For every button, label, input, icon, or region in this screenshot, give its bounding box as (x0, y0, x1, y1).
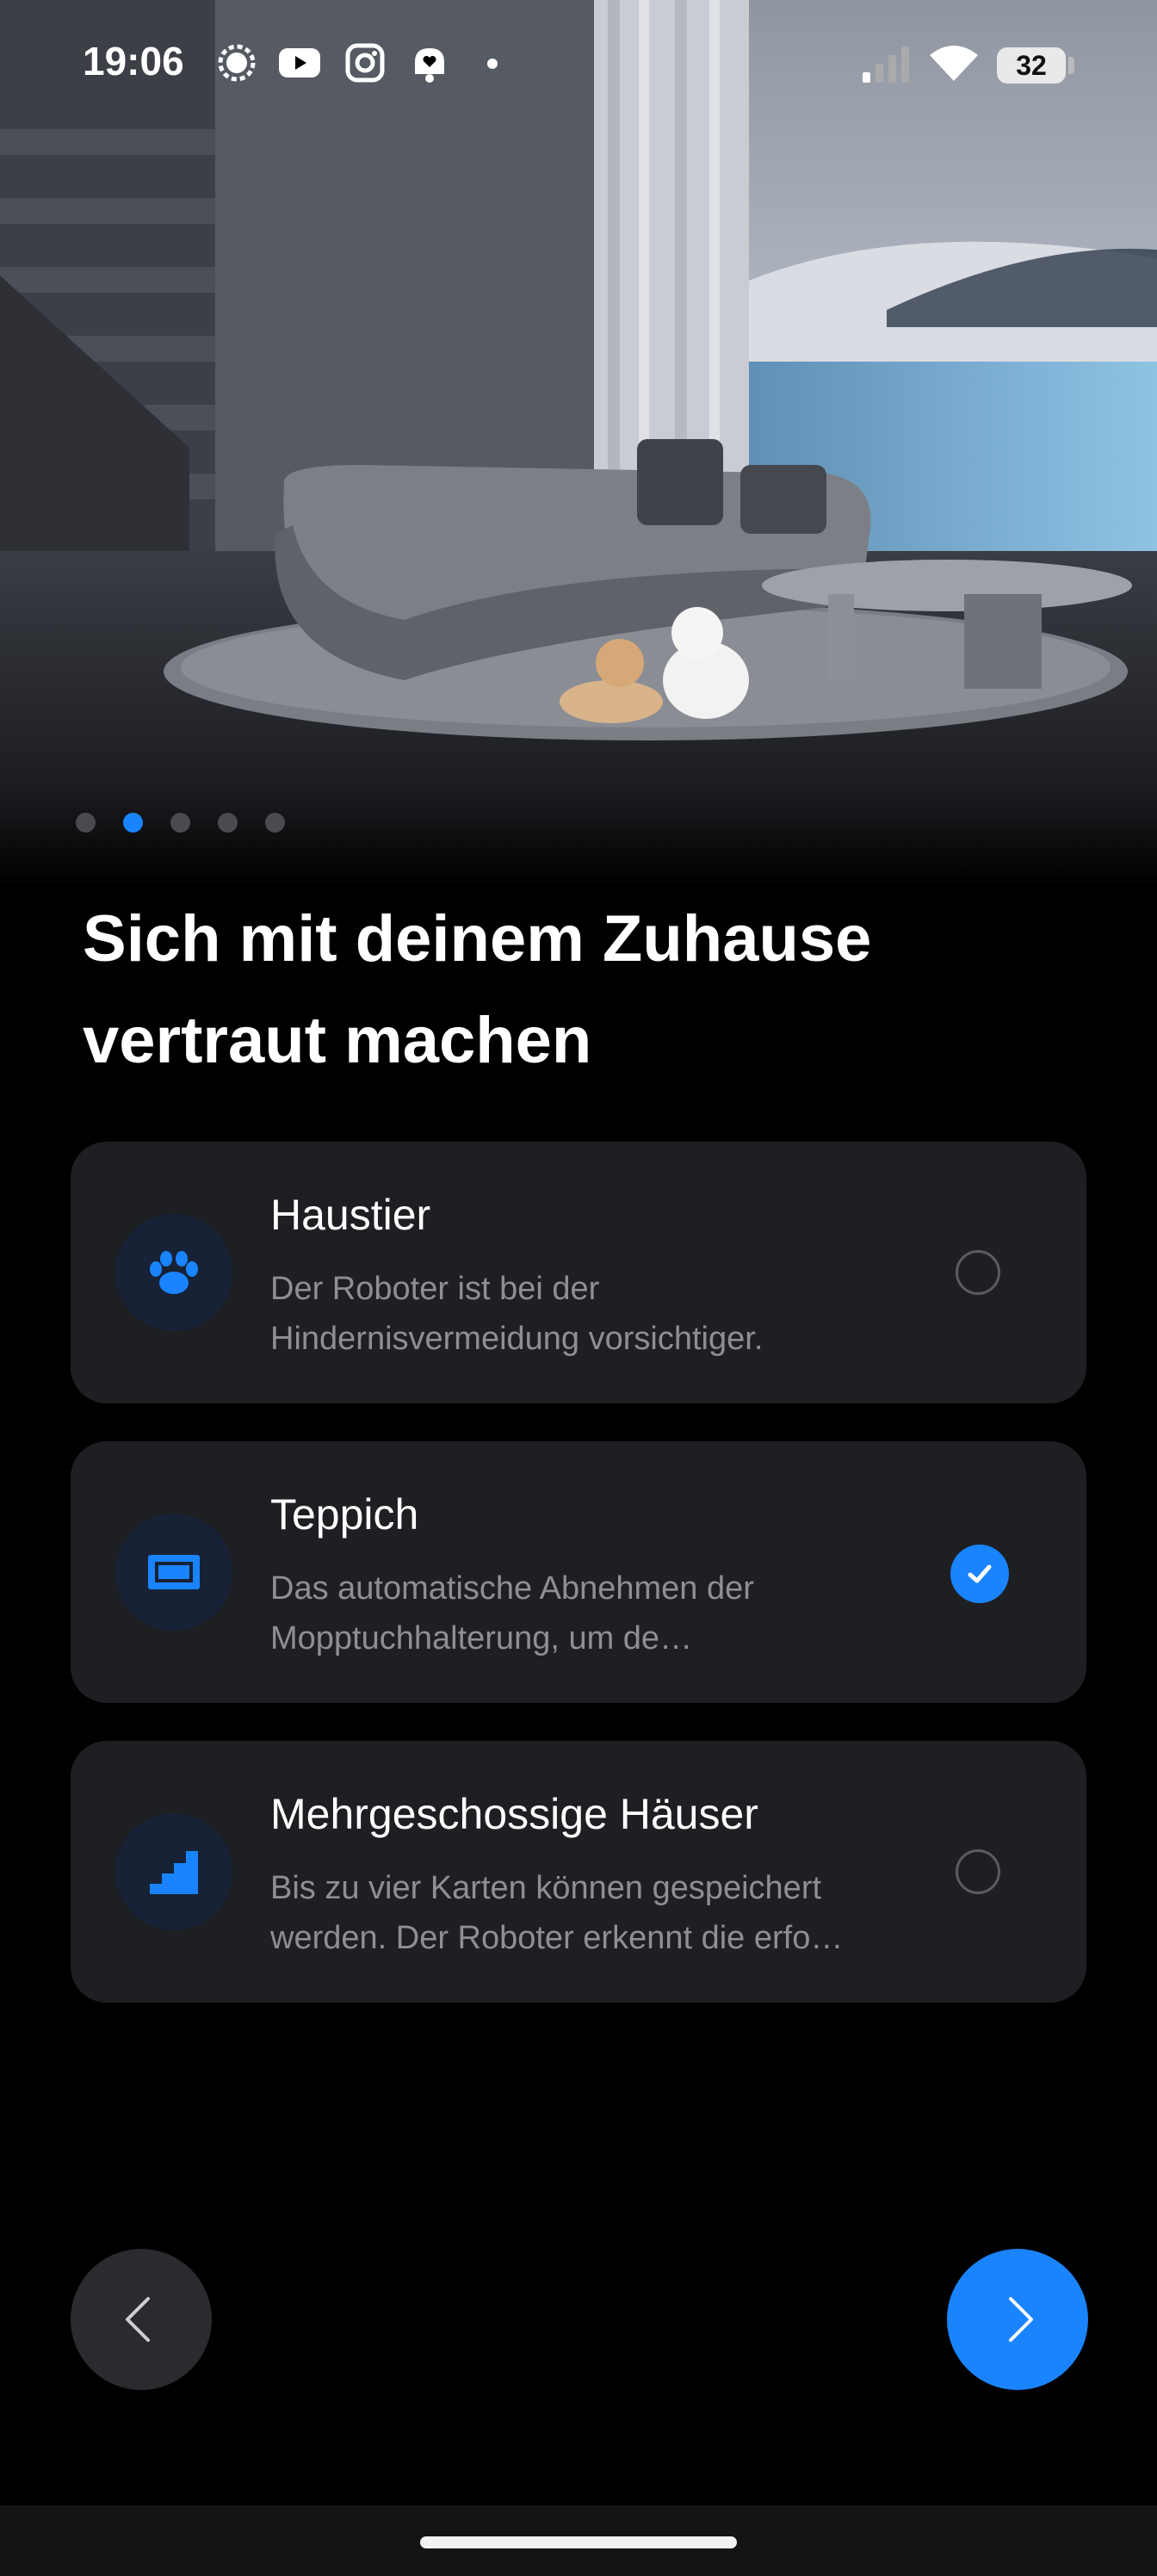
living-room-illustration (0, 0, 1157, 887)
chevron-left-icon (126, 2297, 150, 2342)
cellular-signal-icon (863, 46, 909, 83)
stairs-icon (150, 1851, 198, 1894)
wifi-icon (930, 46, 978, 81)
pager-dot-active[interactable] (123, 813, 143, 833)
next-button[interactable] (947, 2249, 1088, 2390)
status-bar: 19:06 32 (0, 0, 1157, 129)
battery-icon (1068, 57, 1074, 74)
option-radio[interactable] (956, 1250, 1000, 1295)
option-radio[interactable] (956, 1849, 1000, 1894)
option-description: Bis zu vier Karten können gespeichert we… (270, 1870, 844, 1956)
option-title: Haustier (270, 1191, 431, 1239)
chevron-right-icon (1009, 2297, 1033, 2342)
option-icon-circle (115, 1813, 232, 1930)
option-card-teppich[interactable]: Teppich Das automatische Abnehmen der Mo… (71, 1441, 1086, 1703)
option-title: Mehrgeschossige Häuser (270, 1790, 758, 1838)
instagram-icon (345, 43, 385, 83)
battery-level: 32 (997, 47, 1066, 84)
checkmark-icon (968, 1564, 992, 1583)
page-title: Sich mit deinem Zuhause vertraut machen (83, 902, 872, 1077)
back-button[interactable] (71, 2249, 212, 2390)
option-description: Der Roboter ist bei der Hindernisvermeid… (270, 1271, 764, 1357)
carpet-icon (148, 1555, 200, 1589)
option-radio-checked[interactable] (950, 1545, 1009, 1603)
pager-dots (76, 813, 285, 833)
option-icon-circle (115, 1214, 232, 1331)
option-card-mehrgeschossige-haeuser[interactable]: Mehrgeschossige Häuser Bis zu vier Karte… (71, 1741, 1086, 2003)
hero-image (0, 0, 1157, 887)
dot-icon (487, 59, 498, 69)
signal-chat-icon (218, 44, 256, 82)
bell-heart-icon (415, 48, 444, 83)
option-description: Das automatische Abnehmen der Mopptuchha… (270, 1570, 754, 1656)
option-card-haustier[interactable]: Haustier Der Roboter ist bei der Hindern… (71, 1142, 1086, 1403)
paw-icon (150, 1251, 198, 1294)
pager-dot[interactable] (218, 813, 238, 833)
pager-dot[interactable] (265, 813, 285, 833)
home-indicator[interactable] (420, 2536, 737, 2548)
pager-dot[interactable] (170, 813, 190, 833)
pager-dot[interactable] (76, 813, 96, 833)
youtube-icon (279, 48, 320, 77)
option-icon-circle (115, 1514, 232, 1631)
status-time: 19:06 (83, 39, 184, 84)
option-title: Teppich (270, 1490, 419, 1539)
